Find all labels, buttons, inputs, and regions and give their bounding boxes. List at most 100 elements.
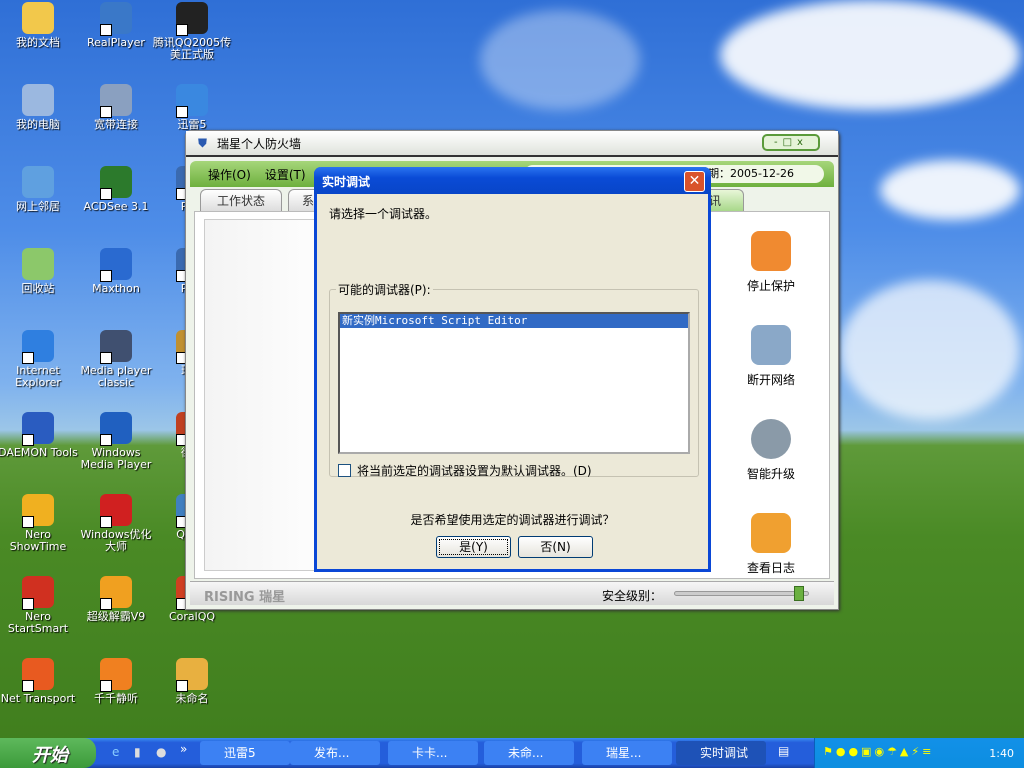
no-button[interactable]: 否(N)	[518, 536, 593, 558]
system-tray: ⚑●●▣◉☂▲⚡≡ 1:40	[814, 738, 1024, 768]
quicklaunch-icon[interactable]: ●	[156, 745, 166, 759]
desktop-icon-label: 我的文档	[16, 36, 60, 49]
tray-icons[interactable]: ⚑●●▣◉☂▲⚡≡	[823, 745, 934, 758]
desktop-icon[interactable]: RealPlayer	[76, 2, 156, 49]
desktop-icon[interactable]: 宽带连接	[76, 84, 156, 131]
app-icon	[22, 658, 54, 692]
desktop-icon[interactable]: Windows优化大师	[76, 494, 156, 553]
desktop-icon[interactable]: Internet Explorer	[0, 330, 78, 389]
desktop-icon-label: Internet Explorer	[15, 364, 61, 389]
taskbar-item[interactable]: 迅雷5	[200, 741, 290, 765]
taskbar-item[interactable]: 未命...	[484, 741, 574, 765]
menu-settings[interactable]: 设置(T)	[265, 166, 306, 183]
smart-upgrade-button[interactable]: 智能升级	[736, 419, 806, 482]
clock: 1:40	[989, 747, 1014, 760]
desktop-icon[interactable]: Windows Media Player	[76, 412, 156, 471]
disconnect-network-button[interactable]: 断开网络	[736, 325, 806, 388]
app-icon	[22, 494, 54, 528]
app-icon	[22, 330, 54, 364]
ie-quicklaunch-icon[interactable]: e	[112, 745, 119, 759]
desktop-icon[interactable]: 回收站	[0, 248, 78, 295]
window-controls[interactable]: -□x	[762, 134, 820, 151]
slider-thumb[interactable]	[793, 586, 804, 601]
desktop-icon-label: 回收站	[21, 282, 55, 295]
desktop-icon-label: 我的电脑	[16, 118, 60, 131]
app-icon	[100, 576, 132, 610]
debugger-list-item[interactable]: 新实例Microsoft Script Editor	[340, 314, 688, 328]
desktop-icon[interactable]: 超级解霸V9	[76, 576, 156, 623]
stop-icon	[751, 231, 791, 271]
desktop-icon-label: Windows Media Player	[80, 446, 152, 471]
firewall-footer: RISING 瑞星 安全级别：	[190, 581, 834, 605]
shield-icon: ⛊	[198, 135, 208, 150]
checkbox-box[interactable]	[338, 464, 351, 477]
desktop-icon-label: 超级解霸V9	[86, 610, 146, 623]
taskbar-item[interactable]: 瑞星...	[582, 741, 672, 765]
app-icon	[22, 84, 54, 116]
desktop-icon-label: 宽带连接	[94, 118, 138, 131]
desktop-icon-label: ACDSee 3.1	[83, 200, 149, 213]
desktop-icon[interactable]: DAEMON Tools	[0, 412, 78, 459]
close-button[interactable]: ✕	[684, 171, 705, 192]
log-folder-icon	[751, 513, 791, 553]
app-icon	[176, 84, 208, 118]
web-icon	[751, 325, 791, 365]
taskbar-item[interactable]: 发布...	[290, 741, 380, 765]
view-log-button[interactable]: 查看日志	[736, 513, 806, 576]
desktop-icon-label: RealPlayer	[87, 36, 145, 49]
desktop-icon[interactable]: 未命名	[152, 658, 232, 705]
default-debugger-checkbox[interactable]: 将当前选定的调试器设置为默认调试器。(D)	[338, 462, 592, 479]
desktop-icon-label: Maxthon	[92, 282, 140, 295]
app-icon	[22, 2, 54, 34]
desktop-icon[interactable]: Nero ShowTime	[0, 494, 78, 553]
desktop-icon[interactable]: 网上邻居	[0, 166, 78, 213]
yes-button[interactable]: 是(Y)	[436, 536, 511, 558]
dialog-titlebar[interactable]: 实时调试	[314, 167, 711, 194]
taskbar-item[interactable]: 卡卡...	[388, 741, 478, 765]
desktop-icon-label: CoralQQ	[168, 610, 216, 623]
desktop-icon[interactable]: Maxthon	[76, 248, 156, 295]
keyboard-icon[interactable]: ▤	[778, 744, 789, 758]
stop-protect-button[interactable]: 停止保护	[736, 231, 806, 294]
quicklaunch-chevron[interactable]: »	[180, 742, 187, 756]
jit-debug-dialog: 实时调试 ✕ 请选择一个调试器。 可能的调试器(P): 新实例Microsoft…	[314, 167, 711, 572]
app-icon	[22, 166, 54, 198]
dialog-prompt: 请选择一个调试器。	[329, 207, 438, 221]
app-icon	[100, 412, 132, 446]
app-icon	[100, 166, 132, 200]
desktop-icon[interactable]: 我的文档	[0, 2, 78, 49]
firewall-title: 瑞星个人防火墙	[217, 136, 302, 151]
app-icon	[22, 248, 54, 280]
desktop-icon-label: Net Transport	[0, 692, 76, 705]
tab-work-status[interactable]: 工作状态	[200, 189, 282, 211]
desktop-icon-label: 腾讯QQ2005传美正式版	[152, 36, 232, 61]
quicklaunch-icon[interactable]: ▮	[134, 745, 141, 759]
desktop-icon[interactable]: 迅雷5	[152, 84, 232, 131]
app-icon	[176, 2, 208, 36]
start-button[interactable]: 开始	[0, 738, 96, 768]
desktop-icon[interactable]: Nero StartSmart	[0, 576, 78, 635]
security-level-slider[interactable]	[674, 586, 809, 601]
taskbar-item[interactable]: 实时调试	[676, 741, 766, 765]
app-icon	[22, 576, 54, 610]
desktop-icon[interactable]: Net Transport	[0, 658, 78, 705]
dialog-title: 实时调试	[322, 175, 371, 189]
taskbar: 开始 e ▮ ● » 迅雷5 发布... 卡卡... 未命... 瑞星... 实时调试 ▤…	[0, 738, 1024, 768]
checkbox-label: 将当前选定的调试器设置为默认调试器。(D)	[357, 464, 592, 478]
desktop-icon[interactable]: 千千静听	[76, 658, 156, 705]
rising-logo: RISING 瑞星	[204, 590, 286, 605]
desktop-icon[interactable]: 腾讯QQ2005传美正式版	[152, 2, 232, 61]
debugger-group-label: 可能的调试器(P):	[338, 283, 431, 297]
desktop-icon-label: Media player classic	[80, 364, 152, 389]
firewall-titlebar[interactable]: ⛊ 瑞星个人防火墙	[186, 131, 838, 157]
desktop-icon[interactable]: 我的电脑	[0, 84, 78, 131]
desktop-icon-label: Nero StartSmart	[7, 610, 69, 635]
desktop-icon[interactable]: ACDSee 3.1	[76, 166, 156, 213]
debugger-list[interactable]: 新实例Microsoft Script Editor	[338, 312, 690, 454]
desktop-icon[interactable]: Media player classic	[76, 330, 156, 389]
desktop-icon-label: 网上邻居	[16, 200, 60, 213]
desktop-icon-label: 未命名	[175, 692, 209, 705]
globe-upgrade-icon	[751, 419, 791, 459]
menu-operate[interactable]: 操作(O)	[208, 166, 251, 183]
app-icon	[100, 84, 132, 118]
